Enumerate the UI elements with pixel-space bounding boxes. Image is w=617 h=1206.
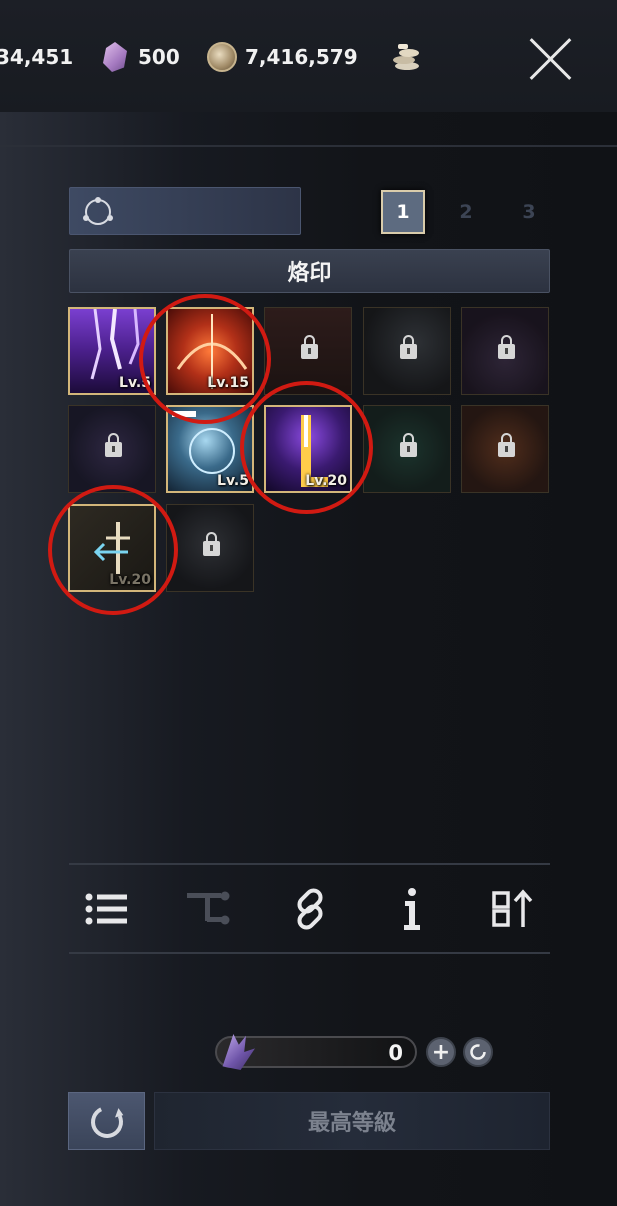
toolbar-divider-bottom <box>69 952 550 954</box>
link-button[interactable] <box>286 885 334 933</box>
refresh-icon <box>86 1101 128 1143</box>
skill-slot-5[interactable] <box>461 307 549 395</box>
close-button[interactable] <box>524 33 576 85</box>
currency-first-value: 34,451 <box>0 45 74 69</box>
reset-button[interactable] <box>68 1092 145 1150</box>
stone-count: 0 <box>388 1041 403 1065</box>
filter-box[interactable] <box>69 187 301 235</box>
info-icon <box>404 888 420 930</box>
list-button[interactable] <box>82 885 130 933</box>
lock-icon <box>105 433 122 457</box>
currency-first: 34,451 <box>0 40 73 74</box>
lock-icon <box>400 335 417 359</box>
skill-slot-7[interactable]: Lv.5 <box>166 405 254 493</box>
list-icon <box>85 893 127 925</box>
branch-icon <box>187 891 230 925</box>
skill-level: Lv.20 <box>305 473 347 489</box>
lock-icon <box>400 433 417 457</box>
plus-icon: + <box>431 1039 451 1065</box>
top-divider <box>0 145 617 147</box>
lock-icon <box>498 335 515 359</box>
tab-page-2[interactable]: 2 <box>444 190 488 234</box>
skill-slot-8[interactable]: Lv.20 <box>264 405 352 493</box>
refresh-small-icon <box>470 1044 486 1060</box>
tab-page-2-label: 2 <box>459 201 473 223</box>
skill-slot-6[interactable] <box>68 405 156 493</box>
feather-crystal-icon <box>222 1034 255 1070</box>
skill-level: Lv.5 <box>119 375 151 391</box>
section-title: 烙印 <box>69 249 550 293</box>
sort-icon <box>492 889 533 927</box>
link-icon <box>297 888 323 930</box>
skill-slot-1[interactable]: Lv.5 <box>68 307 156 395</box>
toolbar-divider-top <box>69 863 550 865</box>
info-button[interactable] <box>387 885 435 933</box>
tab-page-1-label: 1 <box>396 201 410 223</box>
skill-level: Lv.5 <box>217 473 249 489</box>
skill-slot-3[interactable] <box>264 307 352 395</box>
tab-page-1[interactable]: 1 <box>381 190 425 234</box>
gem-icon <box>103 42 127 72</box>
skill-level: Lv.15 <box>207 375 249 391</box>
tab-page-3[interactable]: 3 <box>507 190 551 234</box>
coin-icon <box>207 42 237 72</box>
skill-slot-9[interactable] <box>363 405 451 493</box>
skill-slot-2[interactable]: Lv.15 <box>166 307 254 395</box>
currency-coin: 7,416,579 <box>207 40 358 74</box>
add-stone-button[interactable]: + <box>426 1037 456 1067</box>
sort-button[interactable] <box>489 885 537 933</box>
max-level-button[interactable]: 最高等級 <box>154 1092 550 1150</box>
lock-icon <box>203 532 220 556</box>
skill-level: Lv.20 <box>109 572 151 588</box>
skill-slot-4[interactable] <box>363 307 451 395</box>
currency-gem: 500 <box>100 40 180 74</box>
stone-counter: 0 <box>215 1034 417 1070</box>
skill-slot-11[interactable]: Lv.20 <box>68 504 156 592</box>
tab-page-3-label: 3 <box>522 201 536 223</box>
cycle-icon <box>83 197 111 225</box>
cycle-stone-button[interactable] <box>463 1037 493 1067</box>
branch-button[interactable] <box>184 885 232 933</box>
currency-gem-value: 500 <box>138 45 180 69</box>
coin-pile-icon <box>393 44 419 70</box>
skill-slot-12[interactable] <box>166 504 254 592</box>
coin-pile-button[interactable] <box>390 40 432 74</box>
skill-slot-10[interactable] <box>461 405 549 493</box>
lock-icon <box>498 433 515 457</box>
lock-icon <box>301 335 318 359</box>
currency-coin-value: 7,416,579 <box>245 45 358 69</box>
